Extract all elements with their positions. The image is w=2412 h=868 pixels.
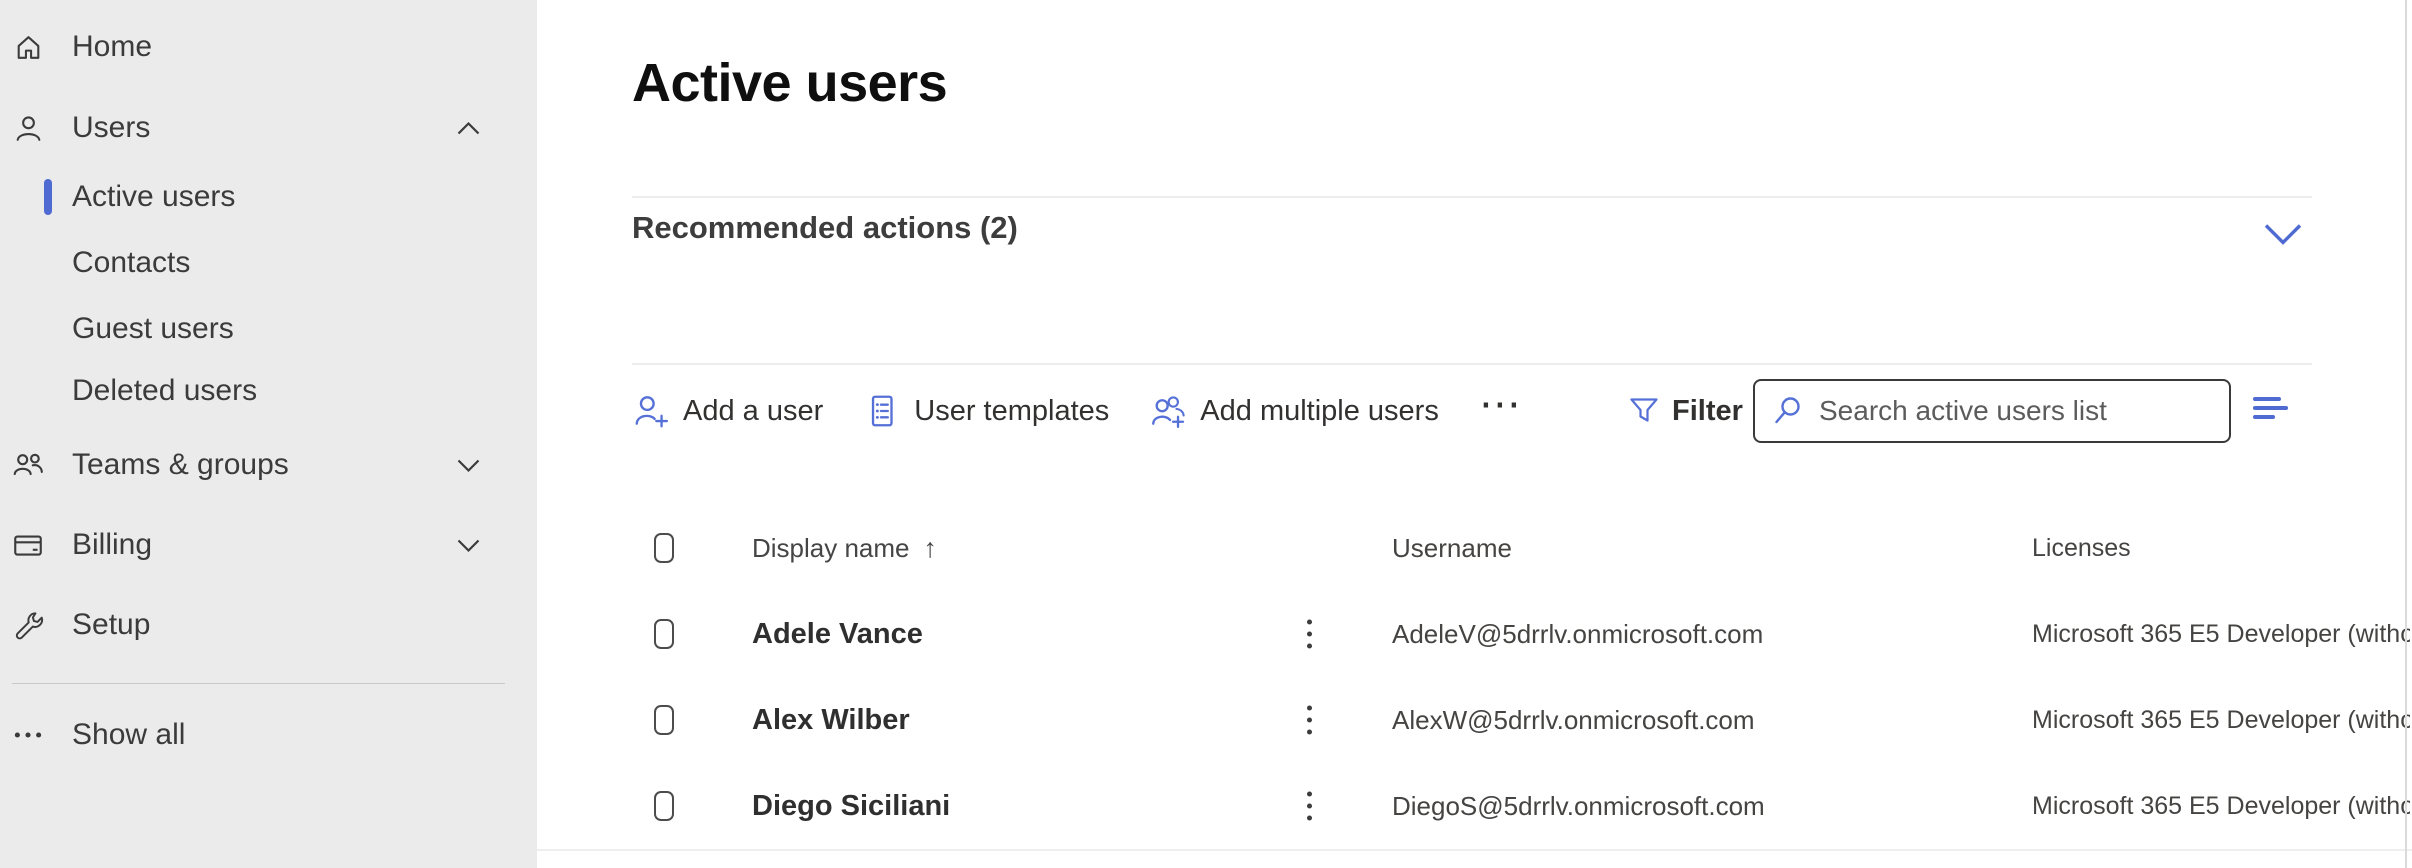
chevron-down-icon[interactable]	[452, 449, 484, 481]
sort-lines-icon[interactable]	[2253, 397, 2288, 419]
sidebar-item-contacts[interactable]: Contacts	[0, 236, 537, 290]
filter-funnel-icon	[1627, 394, 1661, 428]
table-header: Display name ↑ Username Licenses	[537, 505, 2412, 593]
table-row[interactable]: Adele Vance AdeleV@5drrlv.onmicrosoft.co…	[537, 591, 2412, 679]
row-display-name[interactable]: Alex Wilber	[752, 677, 910, 763]
row-username: AlexW@5drrlv.onmicrosoft.com	[1392, 677, 1755, 763]
main-content: Active users Recommended actions (2) Add…	[537, 0, 2412, 868]
sidebar-item-home[interactable]: Home	[0, 6, 537, 88]
sidebar-item-label: Teams & groups	[72, 448, 289, 482]
row-licenses: Microsoft 365 E5 Developer (withou	[2032, 677, 2410, 763]
ellipsis-icon	[10, 717, 46, 753]
chevron-down-icon[interactable]	[2263, 222, 2303, 248]
more-vertical-icon[interactable]	[1303, 702, 1316, 739]
sort-ascending-arrow: ↑	[924, 533, 938, 564]
sidebar-item-label: Setup	[72, 608, 150, 642]
selected-indicator	[44, 179, 52, 215]
sidebar-divider	[12, 683, 505, 684]
search-box	[1753, 379, 2231, 443]
sidebar-item-deleted-users[interactable]: Deleted users	[0, 364, 537, 418]
sidebar-item-active-users[interactable]: Active users	[0, 170, 537, 224]
section-divider	[632, 196, 2312, 198]
toolbar-button-label: Add multiple users	[1200, 395, 1439, 428]
toolbar-button-label: Add a user	[683, 395, 823, 428]
toolbar: Add a user User templates Add multiple u…	[632, 363, 1523, 459]
sidebar-item-label: Contacts	[72, 246, 190, 280]
row-display-name[interactable]: Adele Vance	[752, 591, 923, 677]
sidebar-item-label: Home	[72, 30, 152, 64]
sidebar: Home Users Active users Contacts Guest u…	[0, 0, 537, 868]
toolbar-button-label: User templates	[914, 395, 1109, 428]
sidebar-item-label: Guest users	[72, 312, 234, 346]
sidebar-item-label: Billing	[72, 528, 152, 562]
column-header-username[interactable]: Username	[1392, 505, 1512, 591]
toolbar-more-button[interactable]: ⋯	[1479, 394, 1523, 428]
active-users-page: Home Users Active users Contacts Guest u…	[0, 0, 2412, 868]
sidebar-item-setup[interactable]: Setup	[0, 586, 537, 664]
chevron-down-icon[interactable]	[452, 529, 484, 561]
user-templates-button[interactable]: User templates	[863, 392, 1109, 430]
row-username: DiegoS@5drrlv.onmicrosoft.com	[1392, 763, 1765, 849]
search-icon	[1771, 394, 1805, 428]
filter-label: Filter	[1672, 395, 1743, 428]
sidebar-item-label: Users	[72, 111, 150, 145]
home-icon	[10, 29, 46, 65]
add-user-button[interactable]: Add a user	[632, 392, 823, 430]
person-icon	[10, 110, 46, 146]
sidebar-item-teams-groups[interactable]: Teams & groups	[0, 426, 537, 504]
row-licenses: Microsoft 365 E5 Developer (withou	[2032, 763, 2410, 849]
table-row[interactable]: Alex Wilber AlexW@5drrlv.onmicrosoft.com…	[537, 677, 2412, 765]
more-vertical-icon[interactable]	[1303, 616, 1316, 653]
select-all-checkbox[interactable]	[654, 533, 674, 563]
sidebar-item-show-all[interactable]: Show all	[0, 697, 537, 773]
sidebar-item-users[interactable]: Users	[0, 88, 537, 168]
filter-button[interactable]: Filter	[1627, 363, 1743, 459]
row-username: AdeleV@5drrlv.onmicrosoft.com	[1392, 591, 1763, 677]
add-multiple-users-button[interactable]: Add multiple users	[1149, 392, 1439, 430]
recommended-actions-heading[interactable]: Recommended actions (2)	[632, 210, 1018, 246]
person-add-icon	[632, 392, 670, 430]
sidebar-item-label: Deleted users	[72, 374, 257, 408]
scrollbar-track[interactable]	[2405, 0, 2407, 868]
sidebar-item-guest-users[interactable]: Guest users	[0, 302, 537, 356]
page-title: Active users	[632, 52, 947, 114]
column-header-display-name[interactable]: Display name ↑	[752, 505, 937, 591]
people-icon	[10, 447, 46, 483]
chevron-up-icon[interactable]	[452, 112, 484, 144]
sidebar-item-billing[interactable]: Billing	[0, 506, 537, 584]
template-list-icon	[863, 392, 901, 430]
people-add-icon	[1149, 392, 1187, 430]
wrench-icon	[10, 607, 46, 643]
row-checkbox[interactable]	[654, 619, 674, 649]
row-checkbox[interactable]	[654, 705, 674, 735]
more-vertical-icon[interactable]	[1303, 788, 1316, 825]
row-licenses: Microsoft 365 E5 Developer (withou	[2032, 591, 2410, 677]
sidebar-item-label: Show all	[72, 718, 185, 752]
table-row[interactable]: Diego Siciliani DiegoS@5drrlv.onmicrosof…	[537, 763, 2412, 851]
sidebar-item-label: Active users	[72, 180, 235, 214]
column-header-licenses[interactable]: Licenses	[2032, 505, 2410, 591]
credit-card-icon	[10, 527, 46, 563]
row-checkbox[interactable]	[654, 791, 674, 821]
search-input[interactable]	[1817, 394, 2229, 428]
row-display-name[interactable]: Diego Siciliani	[752, 763, 950, 849]
